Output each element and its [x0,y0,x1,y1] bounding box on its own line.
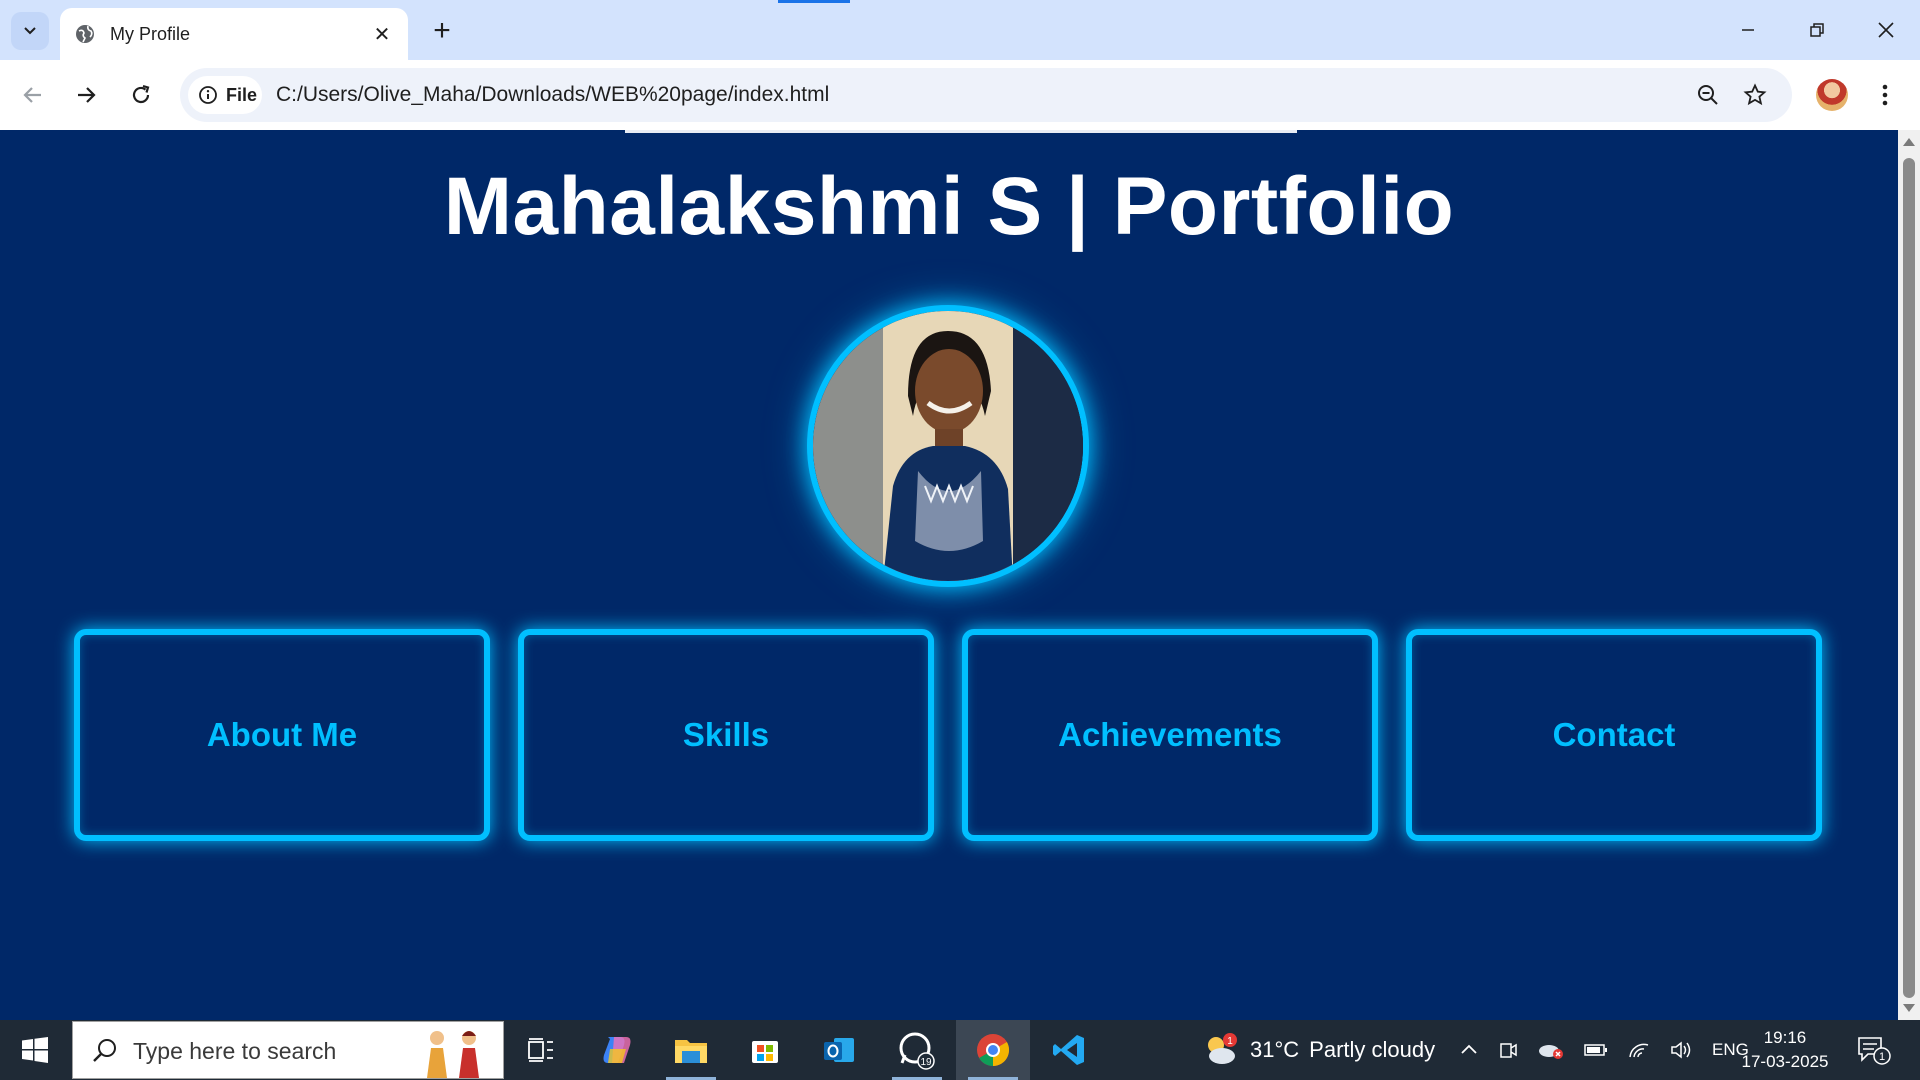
store-icon [752,1041,778,1063]
windows-logo-icon [22,1037,48,1063]
weather-description: Partly cloudy [1309,1037,1436,1062]
browser-window: My Profile ✕ + File C:/Users/Olive_Maha/… [0,0,1920,1080]
start-button[interactable] [0,1020,70,1080]
new-tab-button[interactable]: + [424,14,460,50]
nav-cards: About Me Skills Achievements Contact [74,629,1824,841]
profile-photo [807,305,1089,587]
scroll-up-arrow-icon[interactable] [1903,138,1915,146]
address-bar[interactable]: File C:/Users/Olive_Maha/Downloads/WEB%2… [180,68,1792,122]
chrome-icon [977,1034,1010,1066]
minimize-button[interactable] [1713,0,1782,60]
close-tab-icon[interactable]: ✕ [370,22,394,47]
task-view-button[interactable] [504,1020,578,1080]
arrow-right-icon [78,87,96,103]
microsoft-store-button[interactable] [728,1020,802,1080]
folder-icon [675,1040,707,1063]
vscode-icon [1053,1035,1084,1065]
restore-button[interactable] [1782,0,1851,60]
reload-icon [132,84,150,104]
web-page: Mahalakshmi S | Portfolio About Me Skill… [0,130,1898,1020]
card-skills[interactable]: Skills [518,629,934,841]
tab-search-button[interactable] [11,12,49,50]
copilot-icon [603,1037,631,1063]
url-text[interactable]: C:/Users/Olive_Maha/Downloads/WEB%20page… [276,68,829,122]
card-label: Achievements [1058,716,1282,753]
browser-toolbar: File C:/Users/Olive_Maha/Downloads/WEB%2… [0,60,1920,130]
loading-indicator [778,0,850,3]
restore-icon [1809,23,1824,37]
clock[interactable]: 19:16 17-03-2025 [1730,1026,1840,1074]
taskbar-search[interactable]: Type here to search [72,1021,504,1079]
chrome-button[interactable] [956,1020,1030,1080]
reload-button[interactable] [121,75,161,115]
more-vertical-icon [1882,84,1888,106]
tab-my-profile[interactable]: My Profile ✕ [60,8,408,60]
site-info-button[interactable]: File [188,76,262,114]
whatsapp-badge: 19 [920,1057,932,1068]
copilot-button[interactable] [580,1020,654,1080]
arrow-left-icon [23,87,41,103]
card-label: Skills [682,716,770,753]
card-about-me[interactable]: About Me [74,629,490,841]
whatsapp-icon: 19 [899,1032,935,1070]
notification-count: 1 [1879,1051,1885,1063]
globe-icon [76,25,94,43]
window-controls [1713,0,1920,60]
zoom-out-icon [1698,85,1718,105]
wifi-icon[interactable] [1628,1041,1650,1059]
search-placeholder: Type here to search [133,1038,337,1064]
card-label: About Me [206,716,358,753]
profile-photo-image [813,311,1083,581]
card-achievements[interactable]: Achievements [962,629,1378,841]
system-tray: ENG [1460,1020,1749,1080]
back-button[interactable] [13,75,53,115]
chevron-up-icon[interactable] [1460,1041,1478,1059]
tab-title: My Profile [110,23,191,44]
browser-menu-button[interactable] [1870,75,1900,115]
clock-time: 19:16 [1763,1028,1807,1047]
windows-taskbar: Type here to search 19 1 31°C Partly clo… [0,1020,1920,1080]
clock-date: 17-03-2025 [1741,1052,1829,1071]
meet-now-icon[interactable] [1498,1040,1518,1060]
site-info-label: File [226,84,258,105]
chevron-down-icon [24,27,36,35]
info-icon [199,86,217,104]
page-scrollbar[interactable] [1898,130,1920,1020]
bookmark-button[interactable] [1737,77,1773,113]
onedrive-error-icon[interactable] [1538,1040,1564,1060]
volume-icon[interactable] [1670,1040,1692,1060]
search-icon [93,1039,116,1062]
page-divider [625,130,1297,133]
profile-avatar[interactable] [1816,79,1848,111]
scroll-down-arrow-icon[interactable] [1903,1004,1915,1012]
close-icon [1877,22,1894,38]
zoom-button[interactable] [1690,77,1726,113]
partly-cloudy-icon: 1 [1208,1033,1237,1064]
notification-icon: 1 [1858,1037,1891,1065]
page-title: Mahalakshmi S | Portfolio [443,161,1455,252]
close-window-button[interactable] [1851,0,1920,60]
weather-widget[interactable]: 1 31°C Partly cloudy [1202,1020,1435,1080]
scroll-thumb[interactable] [1903,158,1915,998]
battery-icon[interactable] [1584,1043,1608,1057]
vscode-button[interactable] [1032,1020,1106,1080]
outlook-button[interactable] [802,1020,876,1080]
card-label: Contact [1552,716,1676,753]
whatsapp-button[interactable]: 19 [880,1020,954,1080]
tab-strip: My Profile ✕ + [0,0,1920,60]
task-view-icon [528,1038,553,1062]
weather-temperature: 31°C [1250,1037,1300,1062]
weather-badge: 1 [1227,1036,1233,1047]
star-icon [1743,83,1767,106]
notification-center-button[interactable]: 1 [1852,1030,1896,1070]
minimize-icon [1741,29,1754,31]
forward-button[interactable] [66,75,106,115]
search-highlight-dolls-icon [427,1031,479,1078]
outlook-icon [824,1038,854,1062]
card-contact[interactable]: Contact [1406,629,1822,841]
file-explorer-button[interactable] [654,1020,728,1080]
